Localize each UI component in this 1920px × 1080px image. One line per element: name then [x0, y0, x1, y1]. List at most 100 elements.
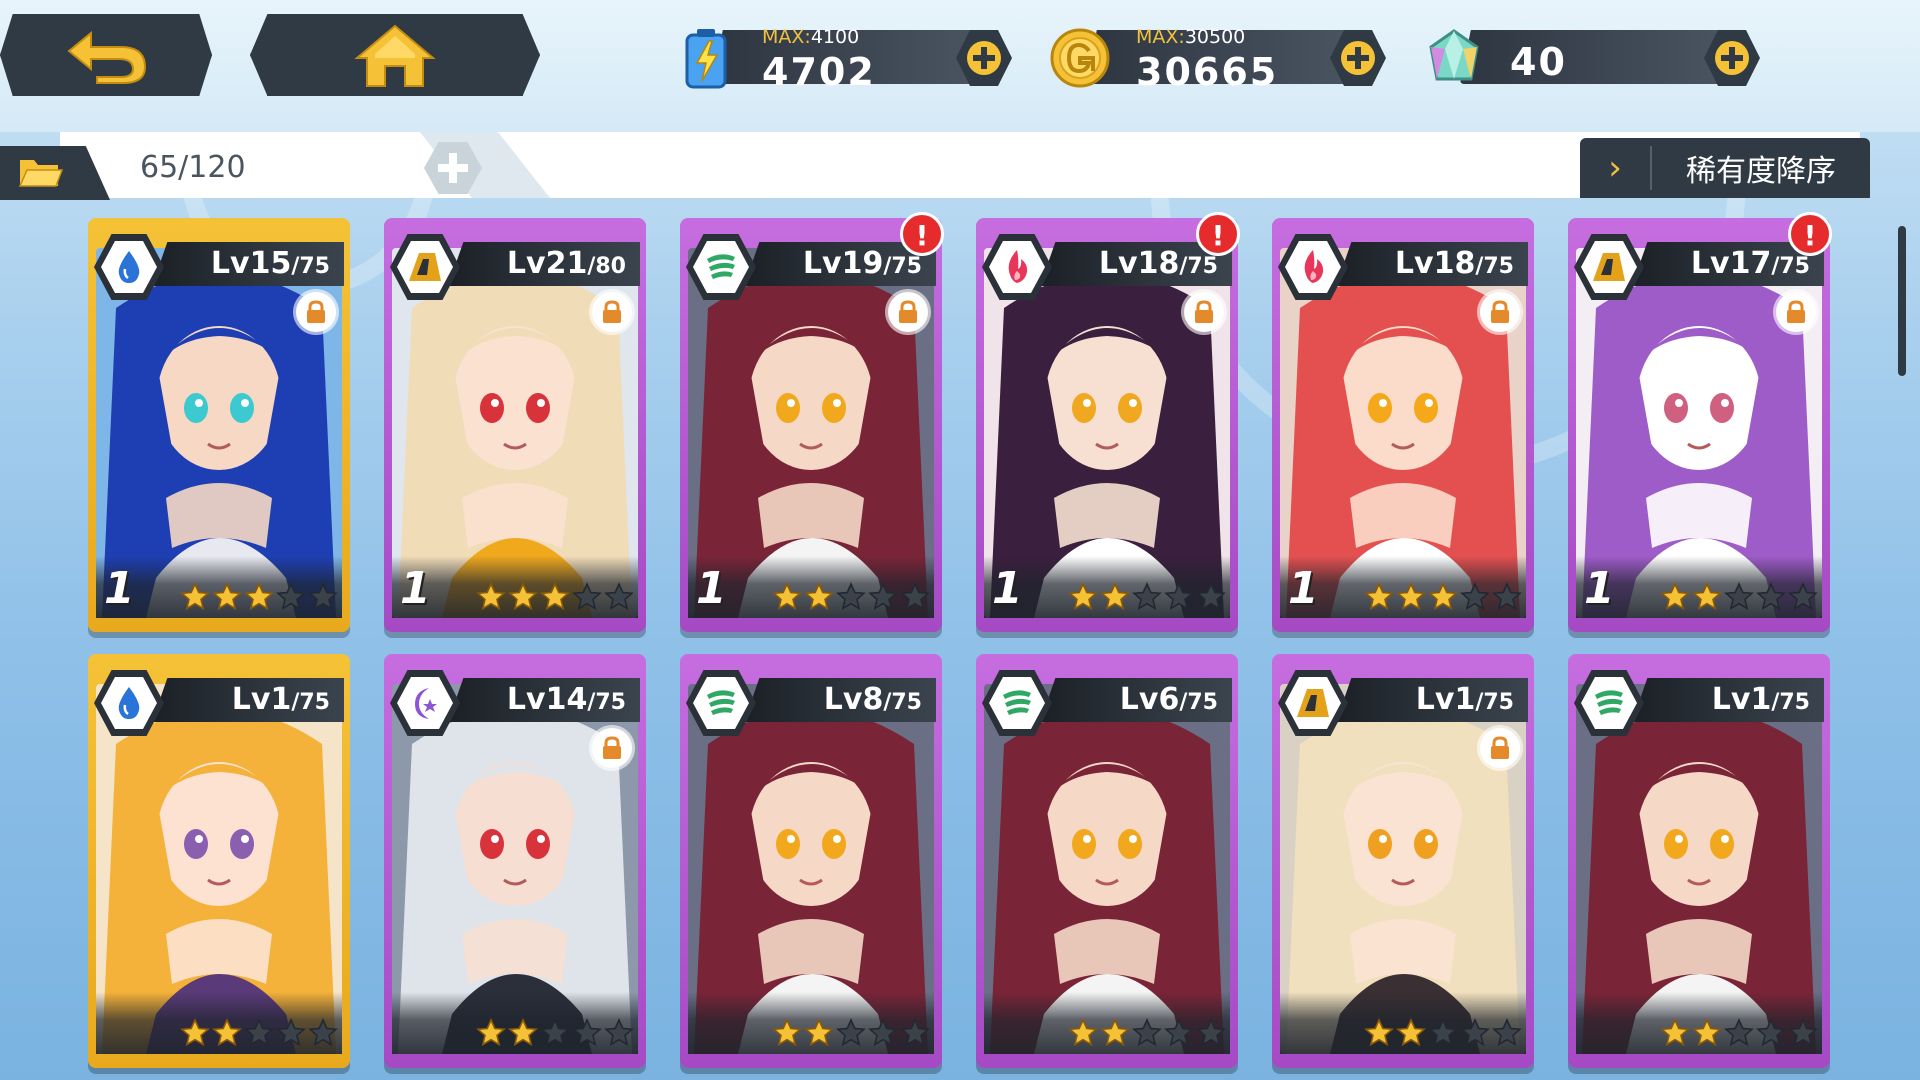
star-rating: [1068, 1018, 1226, 1048]
character-card[interactable]: Lv1/75: [1272, 654, 1534, 1068]
scrollbar[interactable]: [1898, 226, 1906, 376]
stamina-max-label: MAX:: [762, 26, 811, 48]
character-card[interactable]: Lv14/75: [384, 654, 646, 1068]
home-button[interactable]: [250, 14, 540, 96]
star-rating: [1364, 1018, 1522, 1048]
star-empty-icon: [572, 582, 602, 611]
star-filled-icon: [476, 1018, 506, 1047]
lock-icon[interactable]: [1480, 728, 1520, 768]
level-value: Lv15: [210, 246, 292, 281]
character-card[interactable]: Lv18/75 1: [1272, 218, 1534, 632]
lock-icon[interactable]: [1184, 292, 1224, 332]
level-value: Lv1: [231, 682, 292, 717]
star-empty-icon: [1460, 1018, 1490, 1047]
character-card[interactable]: Lv1/75: [1568, 654, 1830, 1068]
level-max: /75: [1771, 690, 1810, 715]
plus-icon: [438, 153, 468, 183]
moon-icon: [397, 677, 453, 729]
star-rating: [180, 582, 338, 612]
level-max: /75: [1475, 254, 1514, 279]
star-filled-icon: [1100, 1018, 1130, 1047]
level-value: Lv19: [802, 246, 884, 281]
lock-icon[interactable]: [888, 292, 928, 332]
star-empty-icon: [1196, 582, 1226, 611]
star-empty-icon: [1460, 582, 1490, 611]
star-filled-icon: [476, 582, 506, 611]
chevron-right-icon: ›: [1580, 146, 1652, 190]
character-card[interactable]: Lv21/80 1: [384, 218, 646, 632]
star-empty-icon: [1132, 1018, 1162, 1047]
star-filled-icon: [212, 1018, 242, 1047]
star-empty-icon: [604, 1018, 634, 1047]
back-button[interactable]: [0, 14, 212, 96]
sort-button[interactable]: › 稀有度降序: [1580, 138, 1870, 198]
star-filled-icon: [1068, 1018, 1098, 1047]
alert-badge-icon: !: [1788, 212, 1832, 256]
character-card[interactable]: Lv8/75: [680, 654, 942, 1068]
level-value: Lv1: [1415, 682, 1476, 717]
star-empty-icon: [276, 582, 306, 611]
quantity-label: 1: [992, 563, 1023, 614]
star-empty-icon: [276, 1018, 306, 1047]
folder-icon: [18, 160, 64, 187]
star-empty-icon: [1428, 1018, 1458, 1047]
star-empty-icon: [1788, 582, 1818, 611]
star-empty-icon: [1164, 582, 1194, 611]
stamina-counter: MAX:4100 4702: [672, 24, 1012, 94]
level-label: Lv8/75: [744, 678, 936, 722]
star-empty-icon: [836, 582, 866, 611]
level-label: Lv1/75: [1336, 678, 1528, 722]
star-filled-icon: [540, 582, 570, 611]
star-rating: [1660, 1018, 1818, 1048]
lock-icon[interactable]: [592, 728, 632, 768]
quantity-label: 1: [696, 563, 727, 614]
star-empty-icon: [868, 1018, 898, 1047]
star-filled-icon: [1428, 582, 1458, 611]
level-label: Lv1/75: [152, 678, 344, 722]
gold-max-label: MAX:: [1136, 26, 1185, 48]
wind-icon: [1581, 677, 1637, 729]
lock-icon[interactable]: [296, 292, 336, 332]
stamina-battery-icon: [672, 24, 740, 92]
star-filled-icon: [1396, 582, 1426, 611]
character-card[interactable]: Lv18/75 1: [976, 218, 1238, 632]
star-filled-icon: [772, 1018, 802, 1047]
character-card[interactable]: Lv1/75: [88, 654, 350, 1068]
stamina-max-value: 4100: [810, 26, 860, 48]
level-value: Lv21: [506, 246, 588, 281]
level-label: Lv14/75: [448, 678, 640, 722]
sort-label: 稀有度降序: [1686, 154, 1836, 189]
star-empty-icon: [244, 1018, 274, 1047]
level-label: Lv18/75: [1336, 242, 1528, 286]
star-filled-icon: [508, 582, 538, 611]
lock-icon[interactable]: [1480, 292, 1520, 332]
star-empty-icon: [308, 582, 338, 611]
star-empty-icon: [900, 582, 930, 611]
star-filled-icon: [1660, 582, 1690, 611]
star-filled-icon: [804, 1018, 834, 1047]
star-filled-icon: [1100, 582, 1130, 611]
lock-icon[interactable]: [1776, 292, 1816, 332]
crystal-value: 40: [1510, 40, 1567, 84]
star-rating: [476, 582, 634, 612]
star-empty-icon: [868, 582, 898, 611]
earth-icon: [1285, 677, 1341, 729]
character-card[interactable]: Lv6/75: [976, 654, 1238, 1068]
earth-icon: [1581, 241, 1637, 293]
star-filled-icon: [1364, 1018, 1394, 1047]
star-empty-icon: [836, 1018, 866, 1047]
star-filled-icon: [212, 582, 242, 611]
plus-icon: [1715, 41, 1749, 75]
character-card[interactable]: Lv17/75 1: [1568, 218, 1830, 632]
character-card[interactable]: Lv19/75 1: [680, 218, 942, 632]
star-empty-icon: [1724, 582, 1754, 611]
star-empty-icon: [604, 582, 634, 611]
inventory-count: 65/120: [140, 150, 246, 185]
star-rating: [476, 1018, 634, 1048]
star-filled-icon: [1660, 1018, 1690, 1047]
level-label: Lv1/75: [1632, 678, 1824, 722]
lock-icon[interactable]: [592, 292, 632, 332]
star-filled-icon: [1396, 1018, 1426, 1047]
character-card[interactable]: Lv15/75 1: [88, 218, 350, 632]
level-label: Lv15/75: [152, 242, 344, 286]
